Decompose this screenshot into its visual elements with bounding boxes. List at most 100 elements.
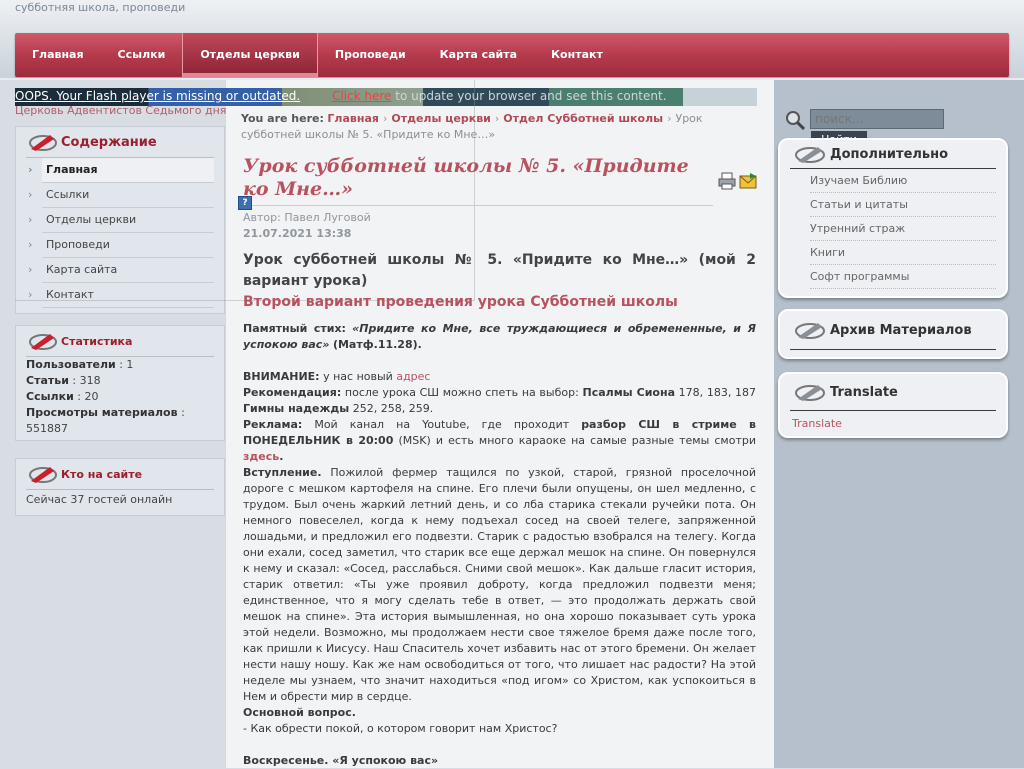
contents-box-header: Содержание — [16, 127, 224, 157]
breadcrumb: You are here: Главная › Отделы церкви › Отде… — [241, 111, 741, 143]
nav-item-contact[interactable]: Контакт — [28, 283, 214, 308]
hymns-numbers: 252, 258, 259. — [352, 402, 434, 415]
intro-text: Пожилой фермер тащился по узкой, старой,… — [243, 466, 756, 703]
rocket-icon — [29, 467, 57, 483]
additional-box-header: Дополнительно — [780, 140, 1006, 168]
rocket-icon — [29, 334, 57, 350]
link-study-bible[interactable]: Изучаем Библию — [810, 169, 996, 193]
question-label: Основной вопрос. — [243, 706, 356, 719]
memory-verse-ref: (Матф.11.28). — [332, 338, 422, 351]
archive-box: Архив Материалов — [778, 309, 1008, 359]
attention-label: ВНИМАНИЕ: — [243, 370, 320, 383]
nav-item-departments[interactable]: Отделы церкви — [28, 208, 214, 233]
link-morning-watch[interactable]: Утренний страж — [810, 217, 996, 241]
ad-text-2: (MSK) и есть много караоке на самые разн… — [398, 434, 756, 447]
archive-box-title[interactable]: Архив Материалов — [830, 323, 972, 338]
stat-users-label: Пользователи — [26, 358, 116, 371]
statistics-box-header: Статистика — [16, 326, 224, 356]
menu-item-sermons[interactable]: Проповеди — [318, 33, 423, 77]
rocket-icon — [795, 147, 825, 163]
additional-box-title: Дополнительно — [830, 146, 949, 162]
nav-item-home[interactable]: Главная — [28, 158, 214, 183]
hymns-label: Гимны надежды — [243, 402, 350, 415]
article-title: Урок субботней школы № 5. «Придите ко Мн… — [243, 155, 689, 200]
recommendation-text: после урока СШ можно спеть на выбор: — [344, 386, 579, 399]
breadcrumb-link-departments[interactable]: Отделы церкви — [391, 112, 491, 125]
breadcrumb-link-home[interactable]: Главная — [327, 112, 379, 125]
memory-verse: Памятный стих: «Придите ко Мне, все труж… — [243, 321, 756, 353]
online-box: Кто на сайте Сейчас 37 гостей онлайн — [15, 458, 225, 516]
nav-item-links[interactable]: Ссылки — [28, 183, 214, 208]
statistics-box-title: Статистика — [61, 334, 133, 348]
email-icon[interactable] — [739, 173, 757, 189]
contents-box: Содержание Главная Ссылки Отделы церкви … — [15, 126, 225, 314]
link-software[interactable]: Софт программы — [810, 265, 996, 289]
stat-articles-label: Статьи — [26, 374, 69, 387]
breadcrumb-prefix: You are here: — [241, 112, 324, 125]
stat-users-value: : 1 — [119, 358, 134, 371]
question-text: - Как обрести покой, о котором говорит н… — [243, 722, 558, 735]
ad-line: Реклама: Мой канал на Youtube, где прохо… — [243, 418, 756, 463]
ad-label: Реклама: — [243, 418, 303, 431]
flash-update-link[interactable]: Click here — [332, 89, 391, 103]
link-books[interactable]: Книги — [810, 241, 996, 265]
menu-item-home[interactable]: Главная — [15, 33, 101, 77]
article-body: Урок субботней школы № 5. «Придите ко Мн… — [243, 250, 756, 769]
statistics-box: Статистика Пользователи : 1 Статьи : 318… — [15, 325, 225, 441]
breadcrumb-link-sabbath-school[interactable]: Отдел Субботней школы — [503, 112, 663, 125]
flash-update-text: to update your browser and see this cont… — [395, 89, 667, 103]
translate-link[interactable]: Translate — [792, 417, 994, 430]
article-author: Автор: Павел Луговой — [243, 211, 371, 224]
search-input[interactable] — [810, 109, 944, 129]
stat-articles-value: : 318 — [72, 374, 101, 387]
translate-box-header: Translate — [780, 374, 1006, 410]
intro-paragraph: Вступление. Пожилой фермер тащился по уз… — [243, 465, 756, 705]
stat-links: Ссылки : 20 — [26, 389, 214, 405]
additional-box: Дополнительно Изучаем Библию Статьи и ци… — [778, 138, 1008, 298]
breadcrumb-separator: › — [494, 112, 500, 125]
menu-item-contact[interactable]: Контакт — [534, 33, 620, 77]
nav-item-sitemap[interactable]: Карта сайта — [28, 258, 214, 283]
divider — [243, 205, 713, 206]
contents-box-title: Содержание — [61, 134, 157, 150]
site-tagline: субботняя школа, проповеди — [15, 1, 186, 14]
menu-item-departments[interactable]: Отделы церкви — [182, 33, 318, 77]
ad-text: Мой канал на Youtube, где проходит — [314, 418, 570, 431]
divider — [790, 349, 996, 350]
link-articles-quotes[interactable]: Статьи и цитаты — [810, 193, 996, 217]
attention-line: ВНИМАНИЕ: у нас новый адрес — [243, 369, 756, 385]
archive-box-header: Архив Материалов — [780, 311, 1006, 349]
here-link[interactable]: здесь — [243, 450, 279, 463]
rocket-icon — [795, 385, 825, 401]
divider — [790, 410, 996, 411]
nav-item-sermons[interactable]: Проповеди — [28, 233, 214, 258]
stat-articles: Статьи : 318 — [26, 373, 214, 389]
print-icon[interactable] — [718, 172, 736, 190]
memory-verse-label: Памятный стих: — [243, 322, 346, 335]
stat-links-value: : 20 — [77, 390, 99, 403]
article-lead: Урок субботней школы № 5. «Придите ко Мн… — [243, 252, 756, 289]
article-date: 21.07.2021 13:38 — [243, 227, 352, 240]
psalms-numbers: 178, 183, 187 — [678, 386, 756, 399]
intro-label: Вступление. — [243, 466, 322, 479]
article-subtitle: Второй вариант проведения урока Субботне… — [243, 294, 678, 310]
rocket-icon — [795, 323, 825, 339]
flash-missing-text: OOPS. Your Flash player is missing or ou… — [15, 89, 301, 103]
menu-item-sitemap[interactable]: Карта сайта — [423, 33, 534, 77]
translate-box-title: Translate — [830, 384, 898, 400]
sunday-heading: Воскресенье. «Я успокою вас» — [243, 754, 439, 767]
stat-users: Пользователи : 1 — [26, 357, 214, 373]
online-box-header: Кто на сайте — [16, 459, 224, 489]
help-icon[interactable]: ? — [238, 196, 252, 210]
recommendation-line: Рекомендация: после урока СШ можно спеть… — [243, 385, 756, 417]
attention-text: у нас новый — [323, 370, 393, 383]
translate-box: Translate Translate — [778, 372, 1008, 438]
breadcrumb-separator: › — [382, 112, 388, 125]
stat-views: Просмотры материалов : 551887 — [26, 405, 214, 437]
menu-item-links[interactable]: Ссылки — [101, 33, 183, 77]
main-menu: Главная Ссылки Отделы церкви Проповеди К… — [15, 33, 1009, 77]
search-icon — [786, 111, 805, 130]
address-link[interactable]: адрес — [396, 370, 430, 383]
